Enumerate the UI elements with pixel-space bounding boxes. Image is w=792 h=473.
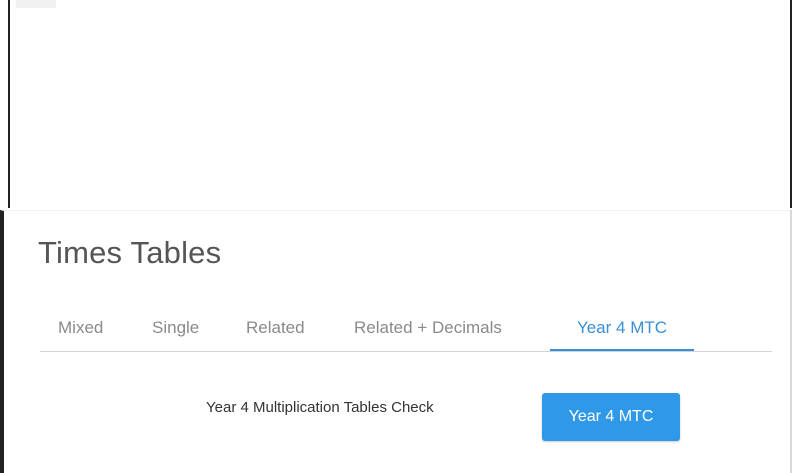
times-tables-panel: Times Tables Mixed Single Related Relate… [0, 210, 792, 473]
tab-single[interactable]: Single [152, 313, 199, 349]
mtc-description: Year 4 Multiplication Tables Check [206, 399, 434, 416]
blank-top-area [8, 0, 792, 208]
year-4-mtc-button[interactable]: Year 4 MTC [542, 393, 680, 441]
tab-mixed[interactable]: Mixed [58, 313, 103, 349]
tab-related[interactable]: Related [246, 313, 305, 349]
tab-bar: Mixed Single Related Related + Decimals … [40, 307, 772, 352]
corner-artifact [16, 0, 56, 8]
tab-year-4-mtc[interactable]: Year 4 MTC [550, 313, 694, 351]
page-title: Times Tables [38, 235, 222, 270]
tab-related-decimals[interactable]: Related + Decimals [354, 313, 502, 349]
